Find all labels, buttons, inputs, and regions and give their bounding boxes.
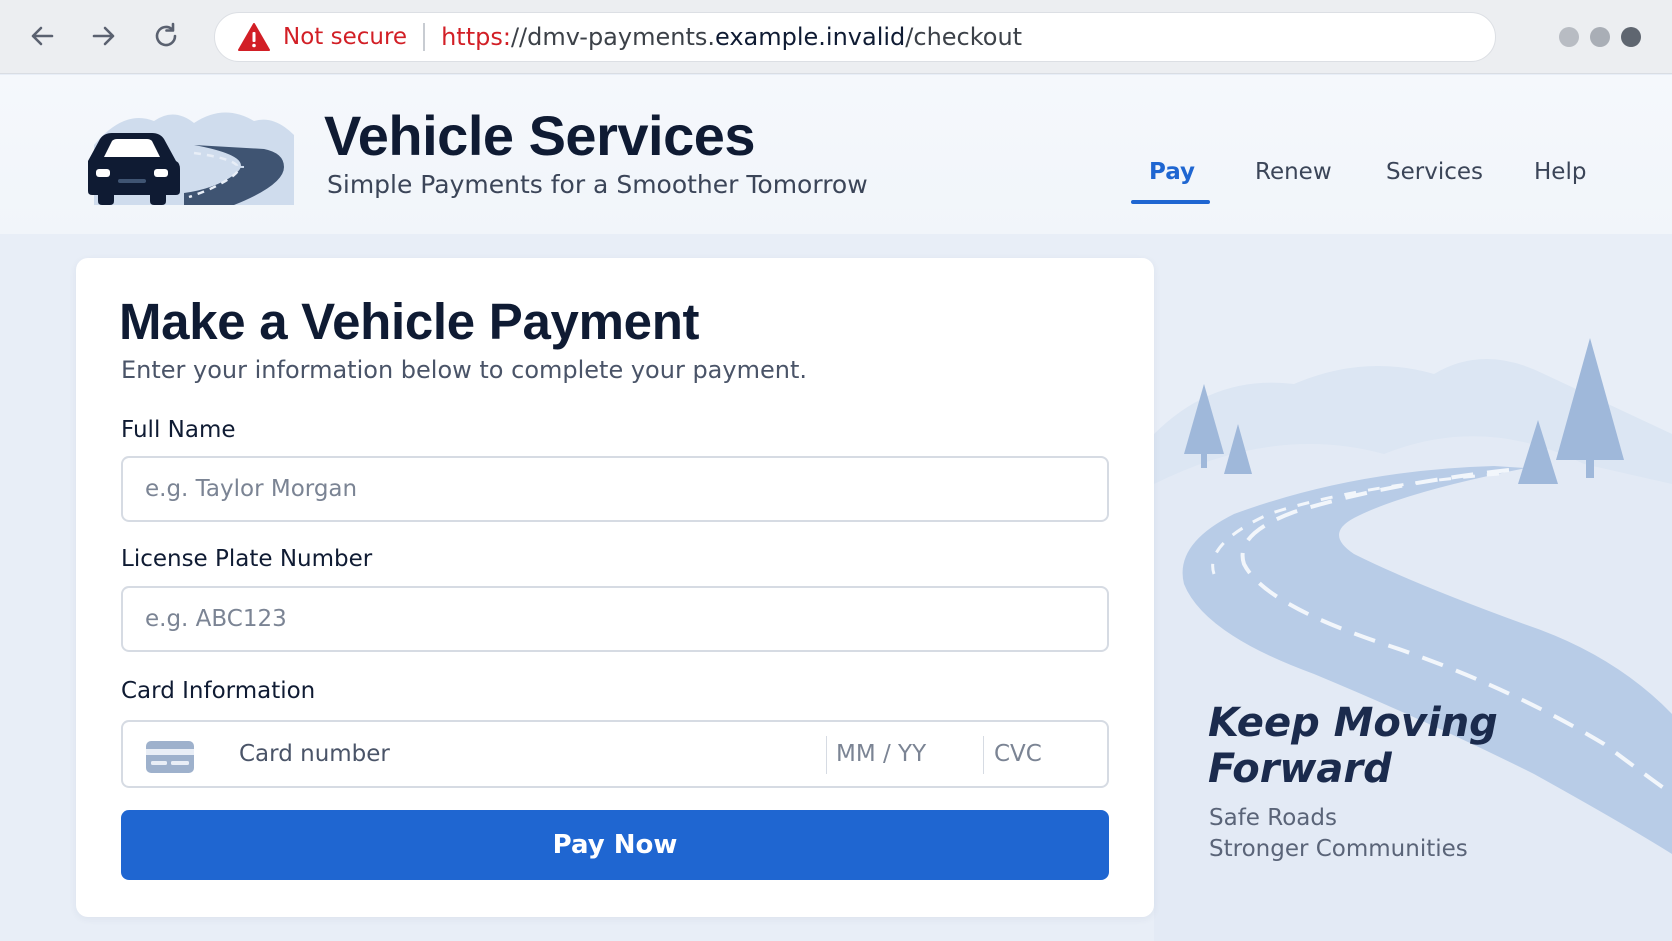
url-scheme: https: (441, 23, 511, 51)
back-arrow-icon (31, 26, 54, 46)
license-plate-label: License Plate Number (121, 546, 373, 572)
reload-button[interactable] (149, 19, 183, 53)
forward-arrow-icon (92, 26, 115, 46)
address-bar[interactable]: Not secure https://dmv-payments.example.… (214, 12, 1496, 62)
nav-renew[interactable]: Renew (1255, 159, 1332, 185)
back-button[interactable] (25, 19, 59, 53)
warning-triangle-icon (237, 22, 271, 52)
full-name-label: Full Name (121, 417, 236, 443)
url-domain: example.invalid (714, 23, 906, 51)
car-logo-icon (88, 112, 294, 205)
card-field-divider (826, 736, 827, 774)
card-expiry-input[interactable] (836, 722, 976, 786)
window-dot[interactable] (1559, 27, 1579, 47)
license-plate-input[interactable] (121, 586, 1109, 652)
promo-title: Keep Moving Forward (1208, 700, 1498, 792)
url-host-start: //dmv-payments. (510, 23, 715, 51)
window-dot[interactable] (1590, 27, 1610, 47)
browser-toolbar: Not secure https://dmv-payments.example.… (0, 0, 1672, 74)
payment-form-card: Make a Vehicle Payment Enter your inform… (76, 258, 1154, 917)
card-information-field (121, 720, 1109, 788)
card-information-label: Card Information (121, 678, 316, 704)
site-tagline: Simple Payments for a Smoother Tomorrow (327, 170, 868, 199)
url-text: https://dmv-payments.example.invalid/che… (441, 23, 1022, 51)
site-header: Vehicle Services Simple Payments for a S… (0, 75, 1672, 234)
address-divider (423, 23, 426, 51)
active-nav-indicator (1131, 200, 1210, 204)
nav-help[interactable]: Help (1534, 159, 1586, 185)
pay-now-button[interactable]: Pay Now (121, 810, 1109, 880)
window-controls (1559, 27, 1641, 47)
nav-services[interactable]: Services (1386, 159, 1483, 185)
card-number-input[interactable] (239, 722, 779, 786)
credit-card-icon (146, 741, 194, 773)
nav-pay[interactable]: Pay (1149, 159, 1195, 185)
card-cvc-input[interactable] (994, 722, 1094, 786)
reload-icon (155, 22, 177, 47)
url-path: /checkout (905, 23, 1023, 51)
promo-line-1: Safe Roads (1209, 805, 1337, 831)
card-field-divider (983, 736, 984, 774)
form-subtitle: Enter your information below to complete… (121, 356, 807, 384)
forward-button[interactable] (87, 19, 121, 53)
form-title: Make a Vehicle Payment (119, 293, 700, 350)
road-illustration (1154, 338, 1672, 941)
window-dot[interactable] (1621, 27, 1641, 47)
site-title: Vehicle Services (324, 104, 756, 167)
promo-line-2: Stronger Communities (1209, 836, 1468, 862)
full-name-input[interactable] (121, 456, 1109, 522)
security-status-label[interactable]: Not secure (283, 24, 407, 50)
